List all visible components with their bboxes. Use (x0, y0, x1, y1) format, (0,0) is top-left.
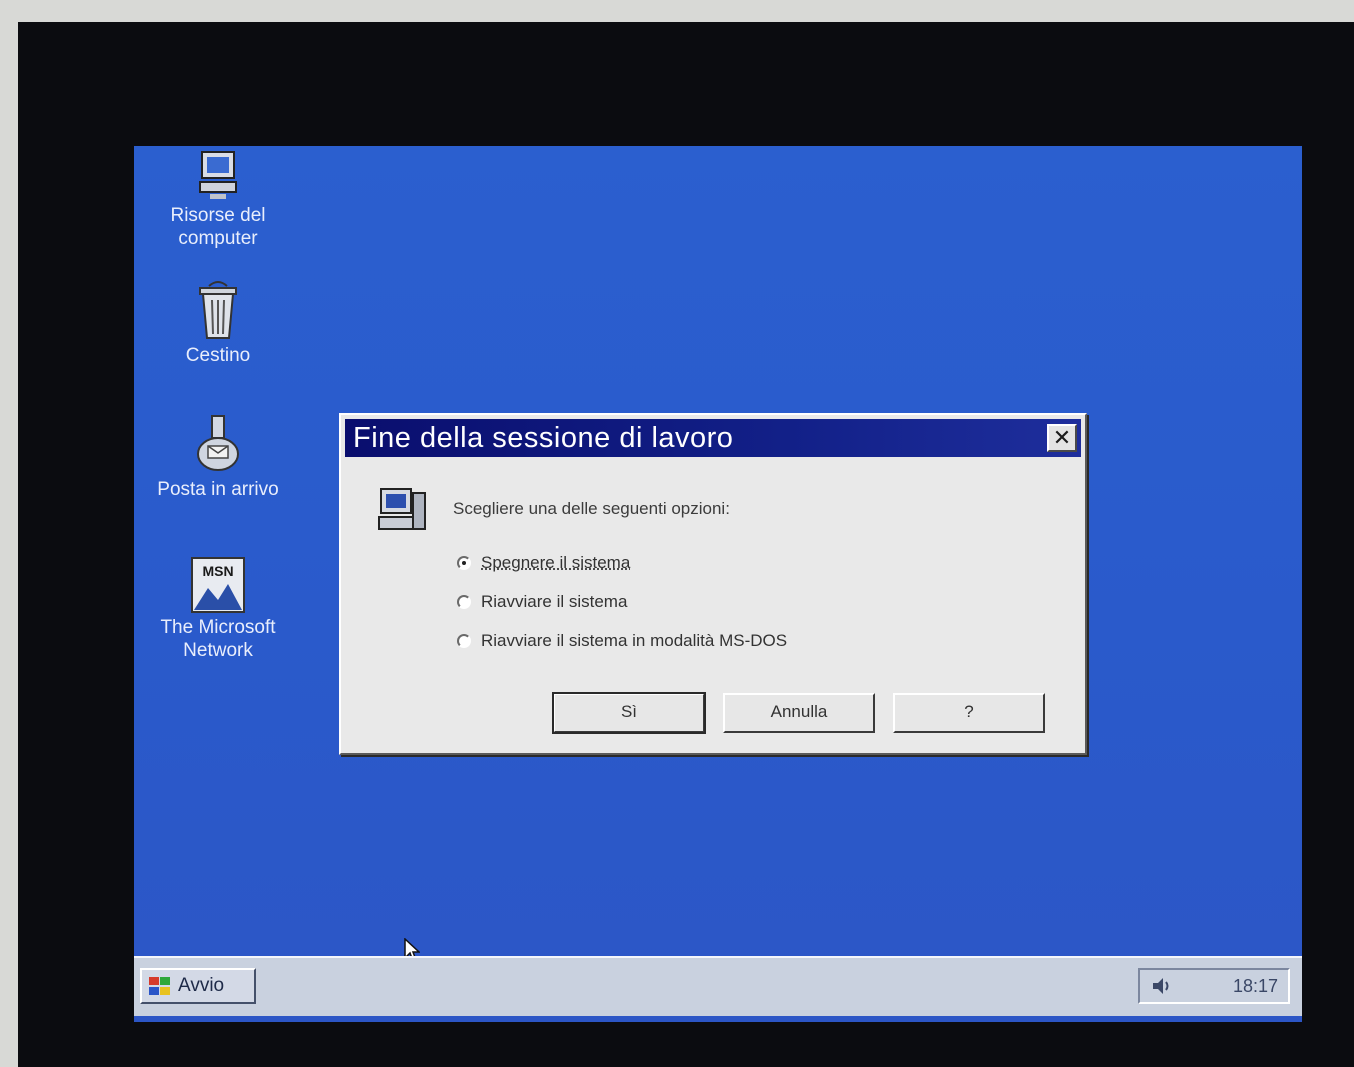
radio-button[interactable] (457, 595, 471, 609)
close-icon: ✕ (1052, 425, 1072, 450)
recycle-bin-icon (199, 281, 237, 339)
help-button[interactable]: ? (893, 693, 1045, 733)
msn-icon: MSN (191, 557, 245, 613)
shutdown-computer-icon (378, 488, 426, 530)
computer-icon (199, 151, 237, 199)
desktop-icon-my-computer[interactable]: Risorse del computer (138, 150, 298, 250)
option-shutdown[interactable]: Spegnere il sistema (457, 553, 630, 573)
clock[interactable]: 18:17 (1233, 976, 1278, 997)
start-label: Avvio (178, 975, 225, 996)
option-label: Riavviare il sistema in modalità MS-DOS (481, 631, 788, 650)
desktop: Risorse del computer Cestino Posta in ar… (134, 146, 1302, 1022)
dialog-title: Fine della sessione di lavoro (353, 422, 734, 454)
option-restart-msdos[interactable]: Riavviare il sistema in modalità MS-DOS (457, 631, 787, 651)
system-tray: 18:17 (1138, 968, 1290, 1004)
cancel-button[interactable]: Annulla (723, 693, 875, 733)
option-restart[interactable]: Riavviare il sistema (457, 592, 627, 612)
start-button[interactable]: Avvio (140, 968, 256, 1004)
desktop-icon-label: Cestino (185, 345, 251, 366)
windows-logo-icon (149, 977, 170, 995)
svg-text:MSN: MSN (202, 563, 233, 579)
option-label: Spegnere il sistema (481, 553, 631, 572)
desktop-icon-msn[interactable]: MSN The Microsoft Network (138, 556, 298, 662)
inbox-icon (197, 415, 239, 471)
shutdown-dialog: Fine della sessione di lavoro ✕ Sceglier… (339, 413, 1087, 755)
desktop-icon-recycle-bin[interactable]: Cestino (138, 280, 298, 367)
desktop-icon-inbox[interactable]: Posta in arrivo (138, 412, 298, 501)
option-label: Riavviare il sistema (481, 592, 628, 611)
radio-button[interactable] (457, 556, 471, 570)
desktop-icon-label: Posta in arrivo (157, 479, 279, 500)
dialog-prompt: Scegliere una delle seguenti opzioni: (453, 499, 730, 518)
taskbar: Avvio 18:17 (134, 956, 1302, 1016)
close-button[interactable]: ✕ (1047, 424, 1077, 452)
yes-button[interactable]: Sì (552, 692, 706, 734)
desktop-icon-label: Risorse del computer (170, 205, 266, 249)
desktop-icon-label: The Microsoft Network (160, 617, 276, 661)
dialog-titlebar[interactable]: Fine della sessione di lavoro ✕ (345, 419, 1081, 457)
volume-icon[interactable] (1150, 975, 1172, 997)
monitor-bezel: Risorse del computer Cestino Posta in ar… (18, 22, 1354, 1067)
radio-button[interactable] (457, 634, 471, 648)
